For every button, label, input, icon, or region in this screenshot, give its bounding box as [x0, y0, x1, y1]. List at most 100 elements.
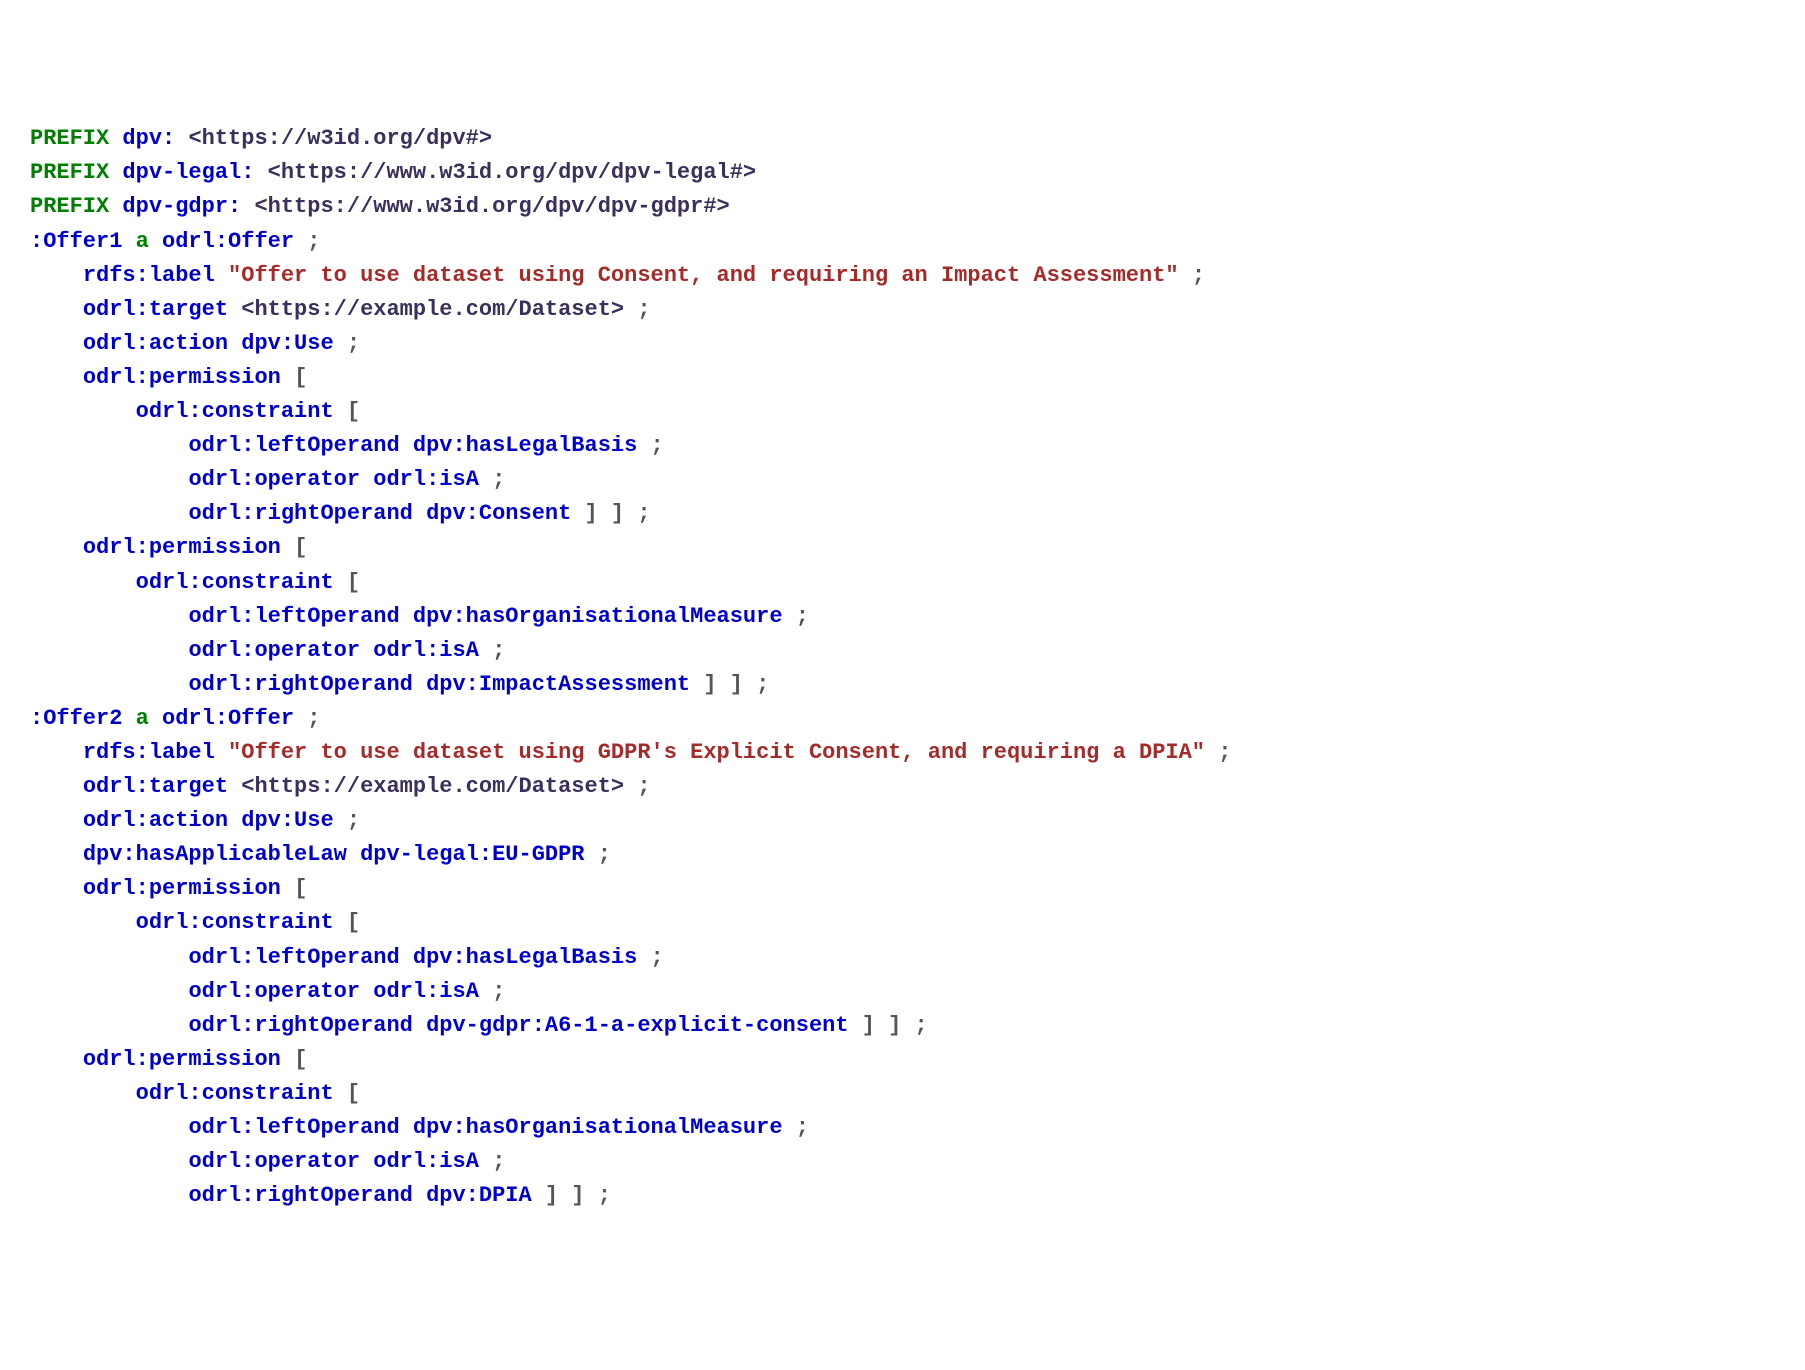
code-token — [360, 638, 373, 663]
code-line: odrl:rightOperand dpv:Consent ] ] ; — [30, 497, 1775, 531]
code-token: odrl:rightOperand — [188, 1183, 412, 1208]
code-token: dpv:ImpactAssessment — [426, 672, 690, 697]
code-token — [30, 570, 136, 595]
code-token — [334, 570, 347, 595]
code-token — [334, 808, 347, 833]
code-token — [532, 1183, 545, 1208]
code-token — [690, 672, 703, 697]
code-token — [413, 1013, 426, 1038]
code-token — [30, 808, 83, 833]
code-token: odrl:operator — [188, 1149, 360, 1174]
code-line: :Offer2 a odrl:Offer ; — [30, 702, 1775, 736]
code-token — [30, 535, 83, 560]
code-token — [585, 842, 598, 867]
code-token: PREFIX — [30, 160, 122, 185]
code-token: odrl:operator — [188, 467, 360, 492]
code-token: [ — [347, 1081, 360, 1106]
code-token — [479, 638, 492, 663]
code-token — [122, 229, 135, 254]
code-token: ; — [347, 331, 360, 356]
code-token: a — [136, 706, 149, 731]
code-token — [30, 1149, 188, 1174]
code-token — [281, 535, 294, 560]
code-token: ; — [492, 638, 505, 663]
code-token — [413, 1183, 426, 1208]
code-token — [228, 297, 241, 322]
code-token: odrl:target — [83, 774, 228, 799]
code-token — [334, 1081, 347, 1106]
code-line: odrl:operator odrl:isA ; — [30, 975, 1775, 1009]
code-token — [571, 501, 584, 526]
code-token — [1205, 740, 1218, 765]
code-line: odrl:operator odrl:isA ; — [30, 634, 1775, 668]
code-line: odrl:constraint [ — [30, 1077, 1775, 1111]
code-token: [ — [347, 399, 360, 424]
code-token — [400, 433, 413, 458]
code-token — [334, 910, 347, 935]
code-token — [30, 1013, 188, 1038]
code-line: odrl:permission [ — [30, 531, 1775, 565]
code-token — [30, 399, 136, 424]
code-token: <https://example.com/Dataset> — [241, 774, 624, 799]
code-token: odrl:permission — [83, 876, 281, 901]
code-token: "Offer to use dataset using Consent, and… — [228, 263, 1179, 288]
code-token: [ — [294, 365, 307, 390]
code-token — [30, 774, 83, 799]
code-token — [783, 604, 796, 629]
code-token — [30, 1047, 83, 1072]
code-token: dpv:hasLegalBasis — [413, 433, 637, 458]
code-token — [30, 638, 188, 663]
code-token: ; — [1192, 263, 1205, 288]
code-token: odrl:rightOperand — [188, 501, 412, 526]
code-token: :Offer1 — [30, 229, 122, 254]
code-line: odrl:rightOperand dpv:DPIA ] ] ; — [30, 1179, 1775, 1213]
code-token — [1179, 263, 1192, 288]
code-token: odrl:rightOperand — [188, 672, 412, 697]
code-token: dpv:hasLegalBasis — [413, 945, 637, 970]
code-token: <https://www.w3id.org/dpv/dpv-gdpr#> — [254, 194, 729, 219]
code-token: dpv: — [122, 126, 175, 151]
code-token — [360, 1149, 373, 1174]
code-line: rdfs:label "Offer to use dataset using C… — [30, 259, 1775, 293]
code-token — [30, 842, 83, 867]
code-token: odrl:permission — [83, 365, 281, 390]
code-token: odrl:action — [83, 331, 228, 356]
code-token: odrl:Offer — [162, 706, 294, 731]
code-token: dpv-gdpr:A6-1-a-explicit-consent — [426, 1013, 848, 1038]
code-line: odrl:target <https://example.com/Dataset… — [30, 770, 1775, 804]
code-line: odrl:leftOperand dpv:hasOrganisationalMe… — [30, 600, 1775, 634]
code-token — [334, 331, 347, 356]
code-line: odrl:operator odrl:isA ; — [30, 1145, 1775, 1179]
code-token: rdfs:label — [83, 740, 215, 765]
code-token — [30, 365, 83, 390]
code-token: odrl:rightOperand — [188, 1013, 412, 1038]
code-token — [637, 433, 650, 458]
code-token — [294, 706, 307, 731]
code-token — [30, 1081, 136, 1106]
code-token — [228, 331, 241, 356]
code-token: ; — [598, 842, 611, 867]
code-token: ] ] ; — [585, 501, 651, 526]
code-token: odrl:Offer — [162, 229, 294, 254]
code-token: [ — [294, 535, 307, 560]
code-token: odrl:permission — [83, 1047, 281, 1072]
code-line: odrl:leftOperand dpv:hasLegalBasis ; — [30, 429, 1775, 463]
code-token: <https://www.w3id.org/dpv/dpv-legal#> — [268, 160, 756, 185]
code-token — [122, 706, 135, 731]
code-line: odrl:rightOperand dpv:ImpactAssessment ]… — [30, 668, 1775, 702]
code-token — [30, 331, 83, 356]
code-token: dpv-legal: — [122, 160, 254, 185]
code-token — [149, 229, 162, 254]
code-token: ; — [651, 433, 664, 458]
code-line: odrl:action dpv:Use ; — [30, 804, 1775, 838]
code-token: ] ] ; — [703, 672, 769, 697]
code-token: odrl:isA — [373, 979, 479, 1004]
code-token — [228, 808, 241, 833]
code-token: ; — [1218, 740, 1231, 765]
code-line: odrl:leftOperand dpv:hasOrganisationalMe… — [30, 1111, 1775, 1145]
code-token: odrl:constraint — [136, 1081, 334, 1106]
code-token: odrl:leftOperand — [188, 945, 399, 970]
code-token: odrl:isA — [373, 467, 479, 492]
code-token — [281, 365, 294, 390]
code-token — [281, 876, 294, 901]
